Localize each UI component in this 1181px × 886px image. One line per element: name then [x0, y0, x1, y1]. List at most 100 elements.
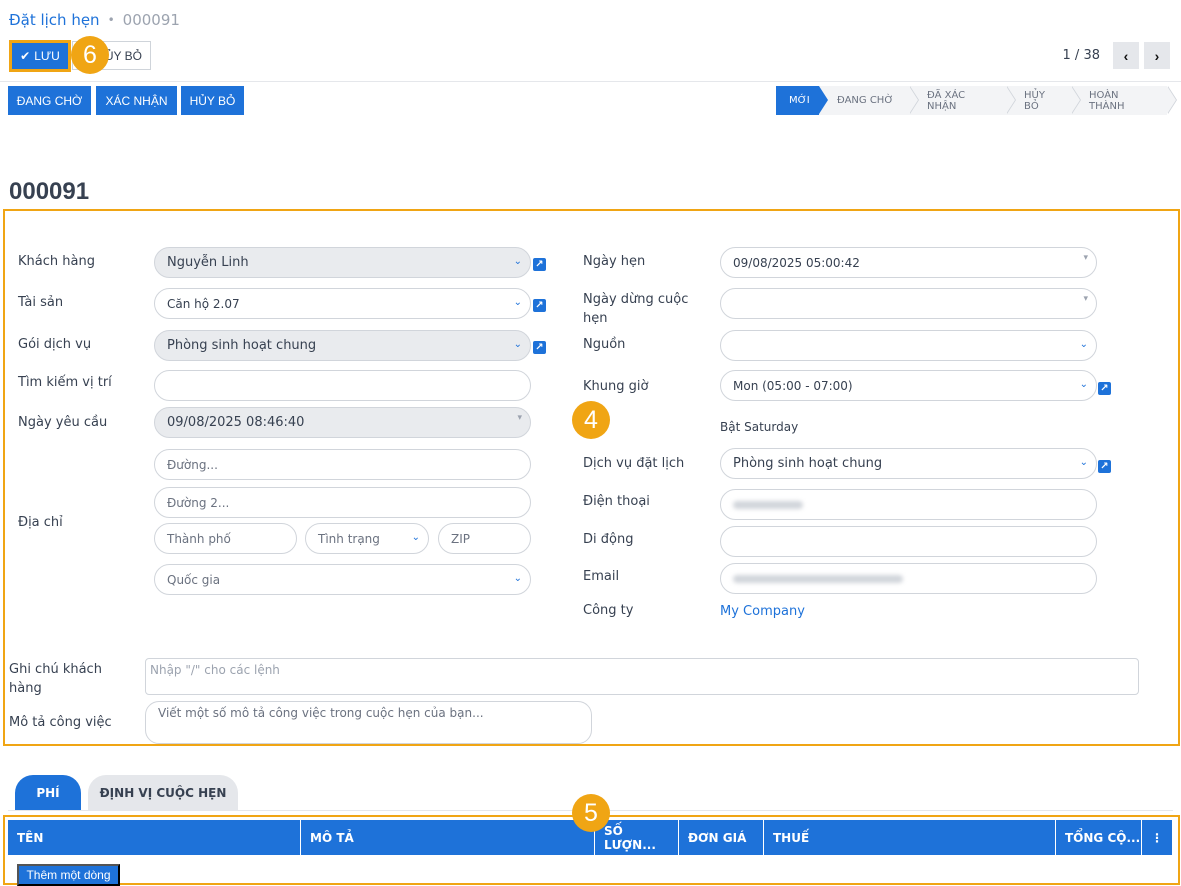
zip-placeholder: ZIP	[451, 531, 470, 546]
state-select[interactable]: Tình trạng ⌄	[305, 523, 429, 554]
time-slot-label: Khung giờ	[583, 379, 649, 394]
chevron-left-icon[interactable]: ‹	[1113, 42, 1139, 69]
blurred-email-value	[733, 574, 903, 583]
dropdown-marker-icon: ▾	[1083, 253, 1088, 263]
source-select[interactable]: ⌄	[720, 330, 1097, 361]
annotation-badge-6: 6	[71, 36, 109, 74]
street-placeholder: Đường...	[167, 457, 218, 472]
phone-label: Điện thoại	[583, 494, 650, 509]
company-link[interactable]: My Company	[720, 604, 805, 619]
chevron-down-icon: ⌄	[1079, 457, 1088, 468]
chevron-down-icon: ⌄	[513, 573, 522, 584]
time-slot-value: Mon (05:00 - 07:00)	[733, 378, 853, 393]
column-unit-price[interactable]: ĐƠN GIÁ	[679, 820, 764, 855]
appointment-date-label: Ngày hẹn	[583, 254, 646, 269]
chevron-right-icon[interactable]: ›	[1144, 42, 1170, 69]
job-description-editor[interactable]: Viết một số mô tả công việc trong cuộc h…	[145, 701, 592, 744]
column-tax[interactable]: THUẾ	[764, 820, 1056, 855]
dropdown-marker-icon: ▾	[1083, 294, 1088, 304]
appointment-date-value: 09/08/2025 05:00:42	[733, 255, 860, 270]
external-link-icon[interactable]: ↗	[533, 299, 546, 312]
dropdown-marker-icon: ▾	[517, 413, 522, 423]
annotation-badge-4: 4	[572, 401, 610, 439]
city-input[interactable]: Thành phố	[154, 523, 297, 554]
mobile-label: Di động	[583, 532, 634, 547]
mobile-input[interactable]	[720, 526, 1097, 557]
customer-label: Khách hàng	[18, 254, 95, 269]
booking-service-label: Dịch vụ đặt lịch	[583, 456, 685, 471]
booking-service-select[interactable]: Phòng sinh hoạt chung ⌄	[720, 448, 1097, 479]
save-button[interactable]: ✔ LƯU	[9, 40, 71, 72]
set-pending-button[interactable]: ĐANG CHỜ	[8, 86, 91, 115]
email-input[interactable]	[720, 563, 1097, 594]
customer-note-label: Ghi chú khách hàng	[9, 662, 102, 696]
address-label: Địa chỉ	[18, 515, 63, 530]
record-title: 000091	[9, 178, 90, 205]
search-location-label: Tìm kiếm vị trí	[18, 375, 112, 390]
stop-date-label: Ngày dừng cuộc hẹn	[583, 292, 689, 326]
status-bar: MỚI ĐANG CHỜ ĐÃ XÁC NHẬN HỦY BỎ HOÀN THÀ…	[776, 86, 1177, 115]
country-select[interactable]: Quốc gia ⌄	[154, 564, 531, 595]
chevron-down-icon: ⌄	[513, 256, 522, 267]
email-label: Email	[583, 569, 620, 584]
tab-appointment-location[interactable]: ĐỊNH VỊ CUỘC HẸN	[88, 775, 238, 811]
external-link-icon[interactable]: ↗	[1098, 460, 1111, 473]
phone-input[interactable]	[720, 489, 1097, 520]
tab-fees[interactable]: PHÍ	[15, 775, 81, 811]
external-link-icon[interactable]: ↗	[533, 258, 546, 271]
customer-field[interactable]: Nguyễn Linh ⌄	[154, 247, 531, 278]
customer-value: Nguyễn Linh	[167, 255, 249, 270]
status-done[interactable]: HOÀN THÀNH	[1071, 86, 1177, 115]
status-pending[interactable]: ĐANG CHỜ	[819, 86, 919, 115]
package-value: Phòng sinh hoạt chung	[167, 338, 317, 353]
asset-value: Căn hộ 2.07	[167, 296, 240, 311]
zip-input[interactable]: ZIP	[438, 523, 531, 554]
column-total[interactable]: TỔNG CỘ...	[1056, 820, 1142, 855]
appointment-date-field[interactable]: 09/08/2025 05:00:42 ▾	[720, 247, 1097, 278]
state-placeholder: Tình trạng	[318, 531, 380, 546]
column-quantity[interactable]: SỐ LƯỢN...	[595, 820, 679, 855]
breadcrumb-current: 000091	[122, 11, 180, 29]
booking-service-value: Phòng sinh hoạt chung	[733, 456, 883, 471]
request-date-field[interactable]: 09/08/2025 08:46:40 ▾	[154, 407, 531, 438]
chevron-down-icon: ⌄	[411, 532, 420, 543]
status-confirmed[interactable]: ĐÃ XÁC NHẬN	[909, 86, 1016, 115]
time-slot-select[interactable]: Mon (05:00 - 07:00) ⌄	[720, 370, 1097, 401]
street2-input[interactable]: Đường 2...	[154, 487, 531, 518]
source-label: Nguồn	[583, 337, 626, 352]
column-name[interactable]: TÊN	[8, 820, 301, 855]
company-label: Công ty	[583, 603, 634, 618]
cancel-appointment-button[interactable]: HỦY BỎ	[181, 86, 244, 115]
check-icon: ✔	[20, 49, 31, 63]
external-link-icon[interactable]: ↗	[533, 341, 546, 354]
request-date-label: Ngày yêu cầu	[18, 415, 108, 430]
job-description-label: Mô tả công việc	[9, 715, 112, 730]
chevron-down-icon: ⌄	[513, 339, 522, 350]
breadcrumb-parent-link[interactable]: Đặt lịch hẹn	[9, 11, 100, 29]
chevron-down-icon: ⌄	[1079, 379, 1088, 390]
confirm-button[interactable]: XÁC NHẬN	[96, 86, 177, 115]
country-placeholder: Quốc gia	[167, 572, 221, 587]
pager-counter: 1 / 38	[1062, 48, 1100, 63]
status-new[interactable]: MỚI	[776, 86, 828, 115]
column-description[interactable]: MÔ TẢ	[301, 820, 595, 855]
external-link-icon[interactable]: ↗	[1098, 382, 1111, 395]
annotation-badge-5: 5	[572, 794, 610, 832]
breadcrumb: Đặt lịch hẹn • 000091	[9, 11, 180, 29]
request-date-value: 09/08/2025 08:46:40	[167, 415, 305, 430]
slot-note: Bật Saturday	[720, 420, 799, 434]
street-input[interactable]: Đường...	[154, 449, 531, 480]
street2-placeholder: Đường 2...	[167, 495, 230, 510]
search-location-input[interactable]	[154, 370, 531, 401]
add-line-button[interactable]: Thêm một dòng	[17, 864, 120, 886]
breadcrumb-separator: •	[107, 13, 115, 27]
asset-field[interactable]: Căn hộ 2.07 ⌄	[154, 288, 531, 319]
package-label: Gói dịch vụ	[18, 337, 92, 352]
package-field[interactable]: Phòng sinh hoạt chung ⌄	[154, 330, 531, 361]
chevron-down-icon: ⌄	[513, 297, 522, 308]
column-options-icon[interactable]: ⋮	[1142, 820, 1172, 855]
header-divider	[0, 81, 1181, 82]
customer-note-editor[interactable]: Nhập "/" cho các lệnh	[145, 658, 1139, 695]
asset-label: Tài sản	[18, 295, 64, 310]
stop-date-field[interactable]: ▾	[720, 288, 1097, 319]
